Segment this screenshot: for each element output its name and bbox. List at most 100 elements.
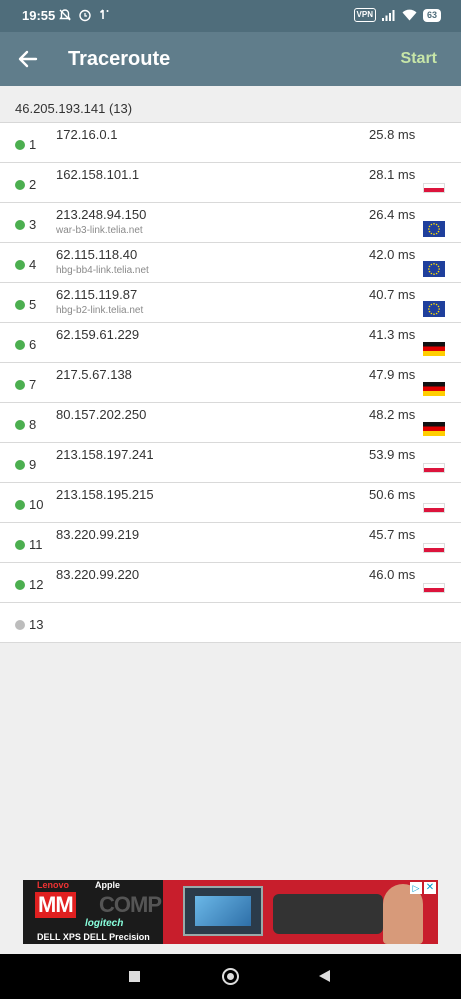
- hop-status-dot: [15, 340, 25, 350]
- hop-number: 3: [29, 217, 37, 232]
- hop-latency: 25.8 ms: [369, 127, 416, 142]
- poland-flag-icon: [423, 503, 445, 513]
- hop-hostname: hbg-b2-link.telia.net: [56, 305, 144, 316]
- hop-status-dot: [15, 580, 25, 590]
- ad-banner[interactable]: Lenovo Apple MM COMP logitech DELL XPS D…: [23, 880, 438, 944]
- hop-row[interactable]: 3 213.248.94.150 war-b3-link.telia.net 26.4…: [0, 203, 461, 243]
- hop-number: 10: [29, 497, 44, 512]
- hop-status-dot: [15, 180, 25, 190]
- hop-latency: 50.6 ms: [369, 487, 416, 502]
- hop-status-dot: [15, 300, 25, 310]
- hop-number: 12: [29, 577, 44, 592]
- ad-info-icon[interactable]: ▷: [410, 882, 422, 894]
- eu-flag-icon: [423, 261, 445, 277]
- eu-flag-icon: [423, 221, 445, 237]
- ad-keyboard-image: [273, 894, 383, 934]
- vpn-badge: VPN: [353, 8, 376, 22]
- hop-ip: 217.5.67.138: [56, 367, 132, 382]
- hop-latency: 46.0 ms: [369, 567, 416, 582]
- alarm-icon: [79, 9, 91, 22]
- germany-flag-icon: [423, 342, 445, 356]
- hop-row[interactable]: 12 83.220.99.220 46.0 ms: [0, 563, 461, 603]
- ad-logitech: logitech: [85, 918, 124, 929]
- hop-number: 1: [29, 137, 37, 152]
- start-button[interactable]: Start: [401, 50, 437, 68]
- hop-status-dot: [15, 460, 25, 470]
- hop-row[interactable]: 10 213.158.195.215 50.6 ms: [0, 483, 461, 523]
- hop-ip: 62.115.118.40: [56, 247, 138, 262]
- hop-latency: 28.1 ms: [369, 167, 416, 182]
- germany-flag-icon: [423, 422, 445, 436]
- home-icon[interactable]: [222, 968, 239, 985]
- hop-number: 5: [29, 297, 37, 312]
- hop-row[interactable]: 13: [0, 603, 461, 643]
- hop-latency: 48.2 ms: [369, 407, 416, 422]
- hop-latency: 45.7 ms: [369, 527, 416, 542]
- status-right-icons: VPN 63: [353, 8, 441, 22]
- system-nav-bar: [0, 954, 461, 999]
- hop-row[interactable]: 9 213.158.197.241 53.9 ms: [0, 443, 461, 483]
- poland-flag-icon: [423, 463, 445, 473]
- hop-latency: 53.9 ms: [369, 447, 416, 462]
- hop-latency: 42.0 ms: [369, 247, 416, 262]
- hop-status-dot: [15, 420, 25, 430]
- hop-ip: 213.158.195.215: [56, 487, 154, 502]
- back-icon[interactable]: [319, 970, 330, 982]
- hop-row[interactable]: 1 172.16.0.1 25.8 ms: [0, 123, 461, 163]
- hop-list: 1 172.16.0.1 25.8 ms 2 162.158.101.1 28.1 ms 3…: [0, 122, 461, 643]
- hop-status-dot: [15, 220, 25, 230]
- ad-line1b: Apple: [95, 880, 121, 890]
- hop-status-dot: [15, 620, 25, 630]
- hop-latency: 47.9 ms: [369, 367, 416, 382]
- ad-close-icon[interactable]: ✕: [424, 882, 436, 894]
- hop-ip: 62.159.61.229: [56, 327, 140, 342]
- hop-status-dot: [15, 140, 25, 150]
- hop-ip: 162.158.101.1: [56, 167, 140, 182]
- hop-ip: 213.248.94.150: [56, 207, 147, 222]
- poland-flag-icon: [423, 543, 445, 553]
- ad-line1a: Lenovo: [37, 880, 70, 890]
- hop-ip: 213.158.197.241: [56, 447, 154, 462]
- recents-icon[interactable]: [129, 971, 140, 982]
- hop-latency: 26.4 ms: [369, 207, 416, 222]
- ad-dell: DELL XPS DELL Precision: [37, 932, 150, 942]
- hop-ip: 172.16.0.1: [56, 127, 118, 142]
- signal-icon: [381, 10, 395, 21]
- poland-flag-icon: [423, 183, 445, 193]
- hop-latency: 40.7 ms: [369, 287, 416, 302]
- ad-brand-a: MM: [35, 892, 76, 918]
- hop-row[interactable]: 8 80.157.202.250 48.2 ms: [0, 403, 461, 443]
- hop-row[interactable]: 5 62.115.119.87 hbg-b2-link.telia.net 40.7 …: [0, 283, 461, 323]
- notifications-off-icon: [59, 9, 71, 21]
- status-bar: 19:55 VPN 63: [0, 0, 461, 32]
- trace-target: 46.205.193.141 (13): [15, 101, 133, 116]
- hop-row[interactable]: 11 83.220.99.219 45.7 ms: [0, 523, 461, 563]
- hop-number: 8: [29, 417, 37, 432]
- hop-status-dot: [15, 380, 25, 390]
- wifi-icon: [402, 9, 417, 21]
- sync-icon: [99, 9, 109, 19]
- hop-hostname: hbg-bb4-link.telia.net: [56, 265, 149, 276]
- status-left-icons: [58, 8, 110, 22]
- hop-row[interactable]: 4 62.115.118.40 hbg-bb4-link.telia.net 42.0…: [0, 243, 461, 283]
- hop-row[interactable]: 6 62.159.61.229 41.3 ms: [0, 323, 461, 363]
- hop-number: 9: [29, 457, 37, 472]
- back-arrow-icon[interactable]: [14, 45, 42, 73]
- hop-ip: 83.220.99.220: [56, 567, 140, 582]
- hop-row[interactable]: 2 162.158.101.1 28.1 ms: [0, 163, 461, 203]
- hop-number: 13: [29, 617, 44, 632]
- status-time: 19:55: [22, 8, 56, 23]
- hop-status-dot: [15, 260, 25, 270]
- hop-row[interactable]: 7 217.5.67.138 47.9 ms: [0, 363, 461, 403]
- hop-ip: 62.115.119.87: [56, 287, 138, 302]
- hop-ip: 80.157.202.250: [56, 407, 147, 422]
- germany-flag-icon: [423, 382, 445, 396]
- hop-latency: 41.3 ms: [369, 327, 416, 342]
- ad-laptop-image: [183, 886, 263, 936]
- hop-number: 2: [29, 177, 37, 192]
- hop-ip: 83.220.99.219: [56, 527, 140, 542]
- hop-number: 11: [29, 537, 43, 552]
- eu-flag-icon: [423, 301, 445, 317]
- hop-number: 6: [29, 337, 37, 352]
- hop-number: 7: [29, 377, 37, 392]
